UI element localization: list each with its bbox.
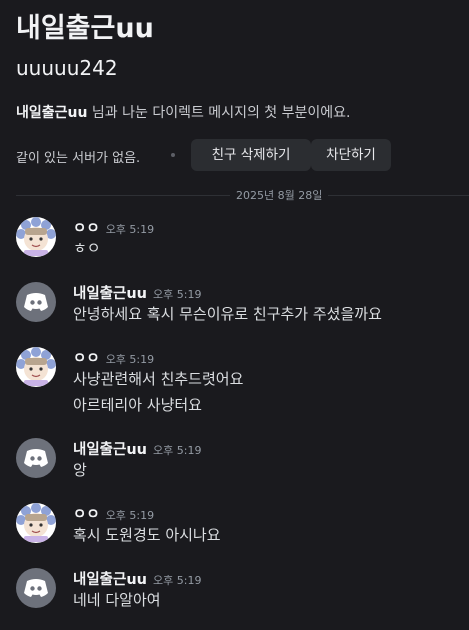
message-header: 내일출근uu 오후 5:19: [73, 438, 201, 459]
discord-avatar-icon[interactable]: [16, 568, 56, 608]
dm-intro-text: 내일출근uu 님과 나눈 다이렉트 메시지의 첫 부분이에요.: [16, 102, 350, 122]
anime-avatar-icon[interactable]: [16, 347, 56, 387]
username: uuuuu242: [16, 56, 118, 80]
separator-dot: [171, 153, 175, 157]
message-header: ㅇㅇ 오후 5:19: [73, 503, 154, 524]
message-text: 혹시 도원경도 아시나요: [73, 526, 221, 544]
message-text: 안녕하세요 혹시 무슨이유로 친구추가 주셨을까요: [73, 305, 382, 323]
message-text: 사냥관련해서 친추드렷어요: [73, 370, 244, 388]
author-name[interactable]: ㅇㅇ: [73, 351, 100, 367]
block-button[interactable]: 차단하기: [311, 139, 391, 171]
message-text: 네네 다알아여: [73, 591, 161, 609]
message-text: 아르테리아 사냥터요: [73, 396, 202, 414]
page-title: 내일출근uu: [16, 13, 154, 44]
timestamp: 오후 5:19: [153, 288, 202, 301]
timestamp: 오후 5:19: [105, 353, 155, 366]
message-header: 내일출근uu 오후 5:19: [73, 568, 201, 589]
discord-avatar-icon[interactable]: [16, 438, 56, 478]
mutual-servers-text: 같이 있는 서버가 없음.: [16, 151, 141, 166]
discord-avatar-icon[interactable]: [16, 282, 56, 322]
intro-name: 내일출근uu: [16, 105, 88, 121]
profile-actions: 같이 있는 서버가 없음. 친구 삭제하기 차단하기: [16, 139, 456, 171]
message-text: 앙: [73, 461, 87, 479]
anime-avatar-icon[interactable]: [16, 217, 56, 257]
message-text: ㅎㅇ: [73, 239, 101, 257]
message-header: 내일출근uu 오후 5:19: [73, 282, 201, 303]
intro-rest: 님과 나눈 다이렉트 메시지의 첫 부분이에요.: [87, 105, 351, 121]
date-label: 2025년 8월 28일: [230, 187, 329, 203]
timestamp: 오후 5:19: [153, 574, 202, 587]
author-name[interactable]: ㅇㅇ: [73, 221, 100, 237]
remove-friend-button[interactable]: 친구 삭제하기: [191, 139, 311, 171]
timestamp: 오후 5:19: [153, 444, 202, 457]
date-divider: 2025년 8월 28일: [16, 186, 469, 204]
timestamp: 오후 5:19: [105, 509, 155, 522]
author-name[interactable]: ㅇㅇ: [73, 507, 100, 523]
message-header: ㅇㅇ 오후 5:19: [73, 217, 154, 238]
author-name[interactable]: 내일출근uu: [73, 286, 147, 302]
author-name[interactable]: 내일출근uu: [73, 572, 147, 588]
timestamp: 오후 5:19: [105, 223, 155, 236]
message-header: ㅇㅇ 오후 5:19: [73, 347, 154, 368]
anime-avatar-icon[interactable]: [16, 503, 56, 543]
author-name[interactable]: 내일출근uu: [73, 442, 147, 458]
